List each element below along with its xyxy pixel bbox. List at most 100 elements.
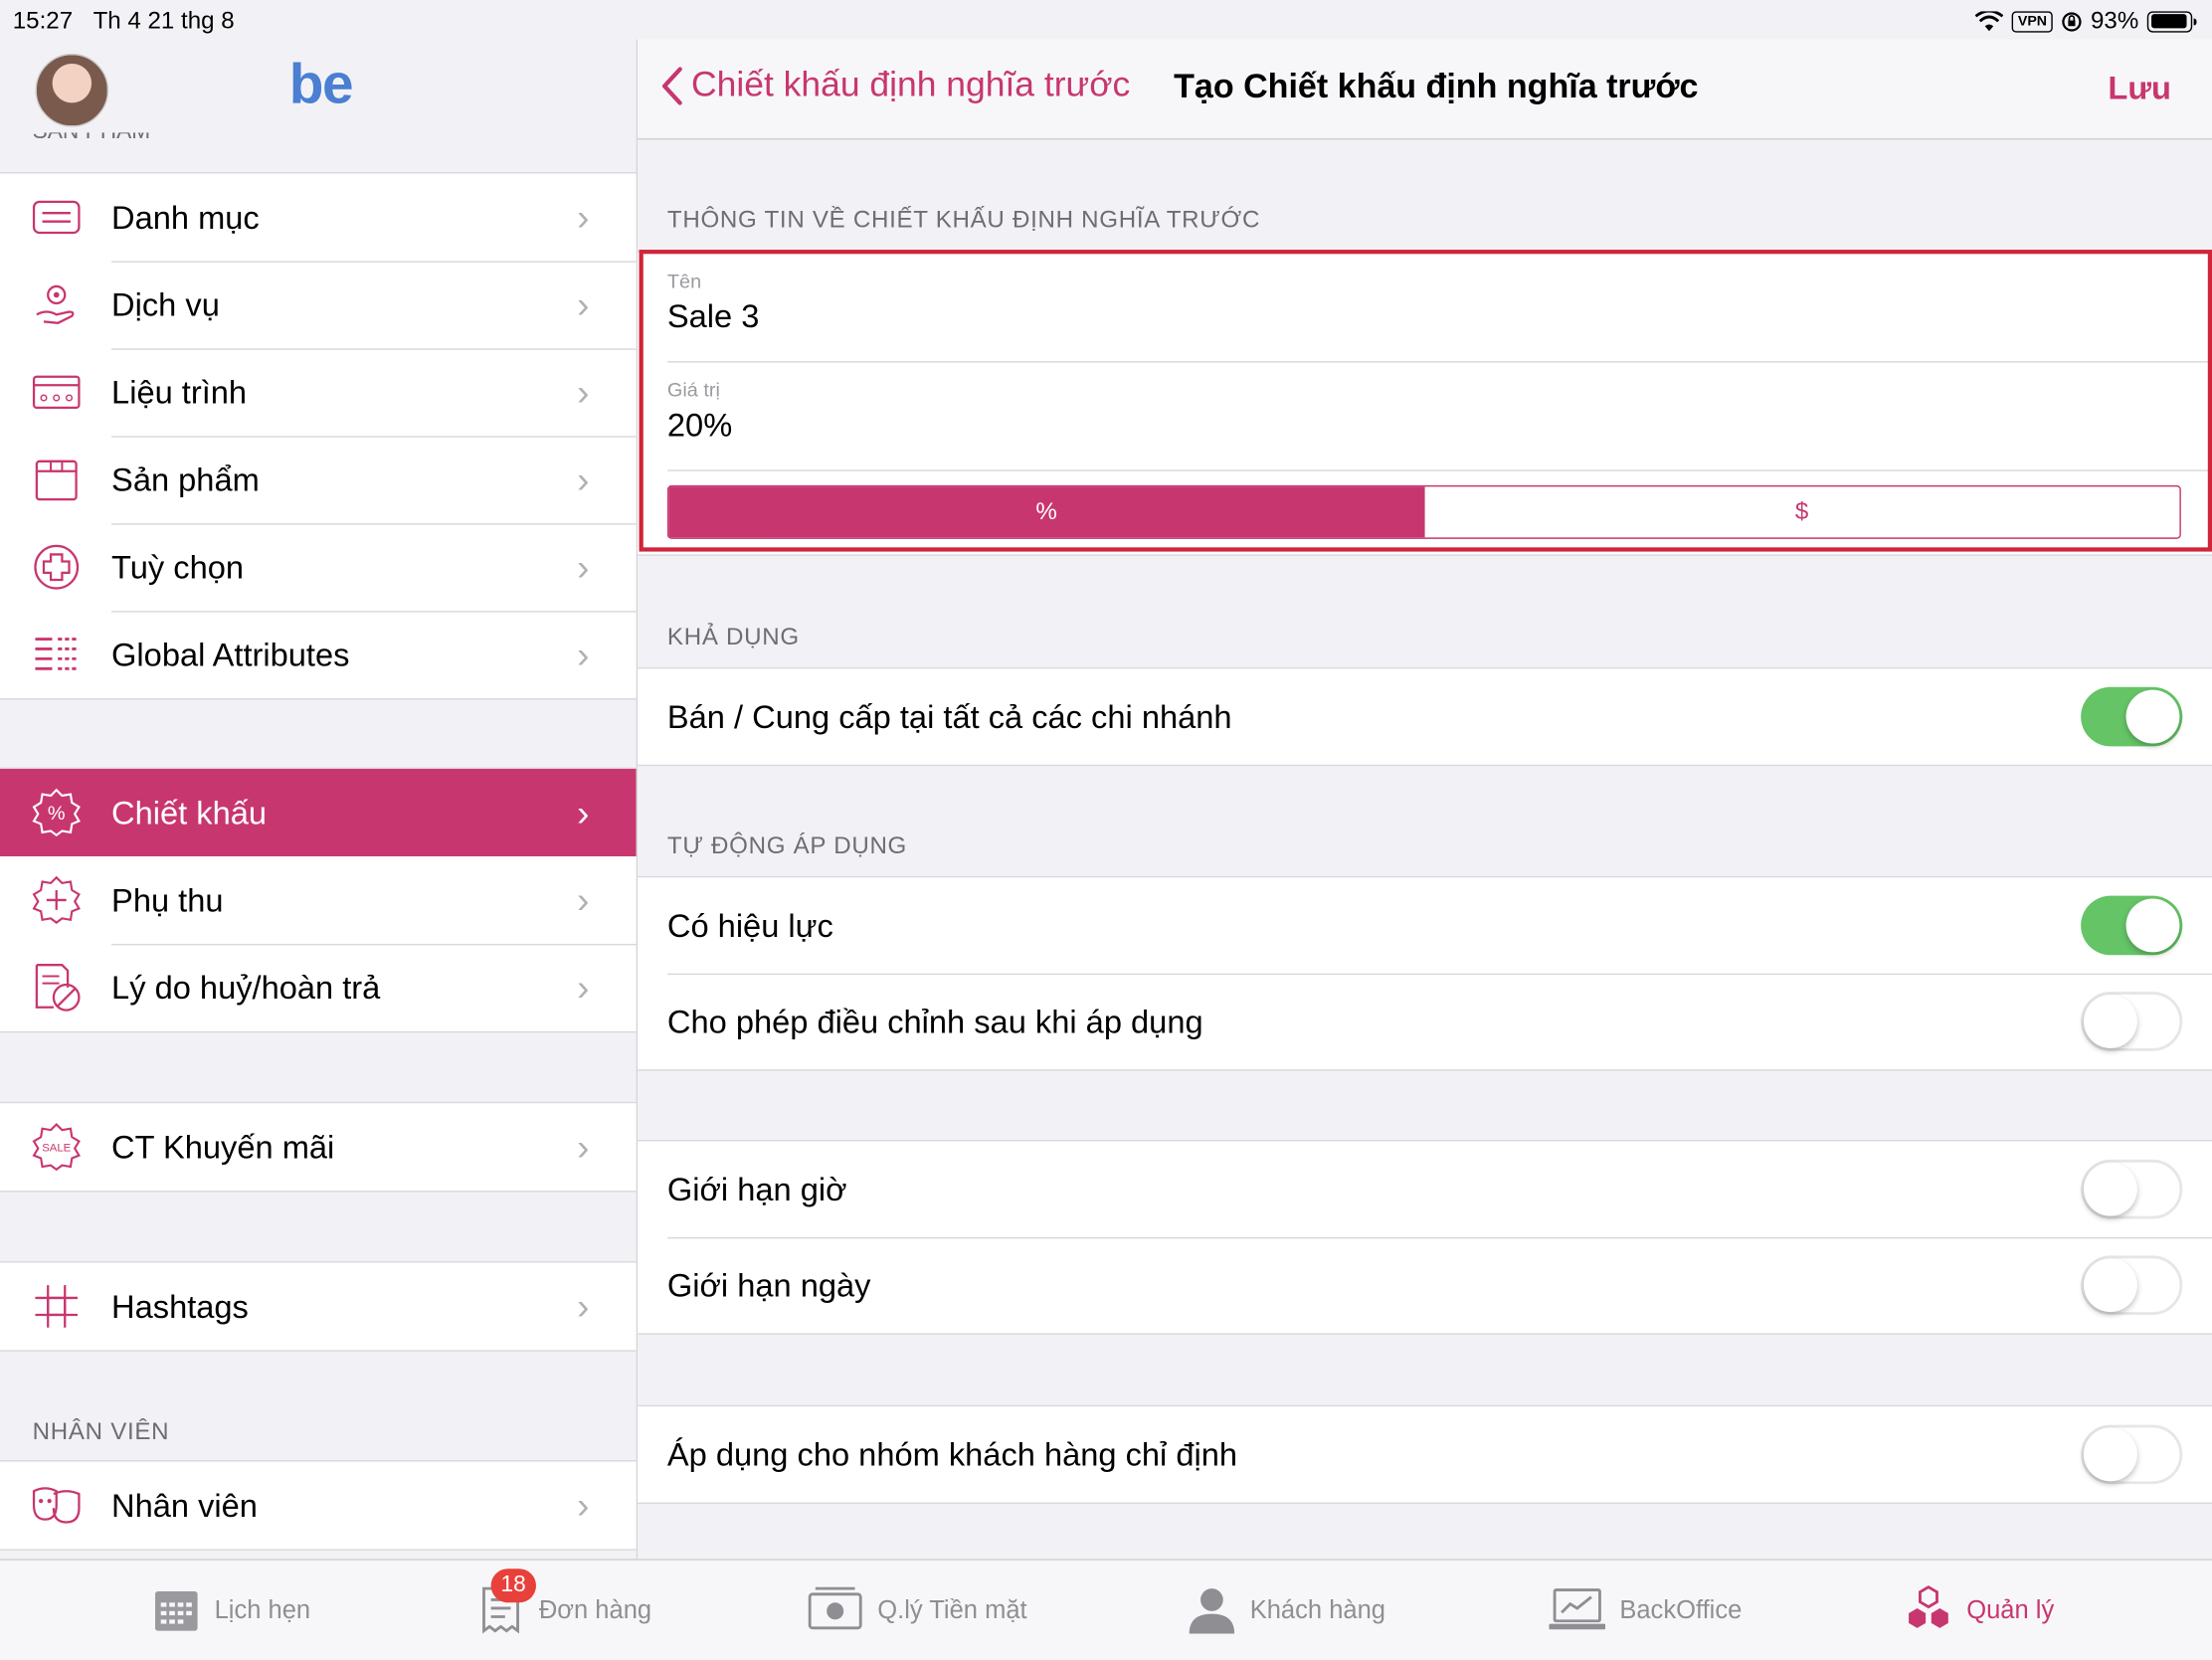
sidebar-item-discounts[interactable]: % Chiết khấu › <box>0 769 637 856</box>
availability-card: Bán / Cung cấp tại tất cả các chi nhánh <box>638 666 2212 767</box>
sidebar-item-treatments[interactable]: Liệu trình › <box>0 348 637 436</box>
info-card: Tên Giá trị % $ <box>638 251 2212 556</box>
detail-pane: Chiết khấu định nghĩa trước Tạo Chiết kh… <box>638 39 2212 1560</box>
sidebar-item-hashtags[interactable]: Hashtags › <box>0 1262 637 1350</box>
tab-appointments[interactable]: Lịch hẹn <box>152 1585 310 1633</box>
customer-group-card: Áp dụng cho nhóm khách hàng chỉ định <box>638 1404 2212 1505</box>
battery-icon <box>2146 10 2197 32</box>
discount-type-row: % $ <box>638 469 2212 554</box>
all-branches-label: Bán / Cung cấp tại tất cả các chi nhánh <box>666 697 1232 735</box>
status-date: Th 4 21 thg 8 <box>92 7 235 35</box>
tab-customers[interactable]: Khách hàng <box>1188 1585 1386 1634</box>
tab-label: Q.lý Tiền mặt <box>877 1594 1027 1623</box>
tab-orders[interactable]: 18 Đơn hàng <box>476 1568 651 1634</box>
segment-dollar[interactable]: $ <box>1424 486 2180 537</box>
sale-badge-icon: SALE <box>31 1122 82 1173</box>
chevron-right-icon: › <box>577 458 590 500</box>
allow-adjust-row: Cho phép điều chỉnh sau khi áp dụng <box>638 973 2212 1069</box>
sidebar-item-label: Chiết khấu <box>111 793 268 830</box>
effective-toggle[interactable] <box>2081 895 2183 956</box>
all-branches-row: Bán / Cung cấp tại tất cả các chi nhánh <box>638 668 2212 764</box>
save-button[interactable]: Lưu <box>2108 70 2170 107</box>
sidebar-group-staff: Nhân viên › <box>0 1460 637 1551</box>
sidebar-item-surcharges[interactable]: Phụ thu › <box>0 856 637 944</box>
svg-text:%: % <box>48 803 66 825</box>
staff-masks-icon <box>31 1480 82 1531</box>
auto-apply-card: Có hiệu lực Cho phép điều chỉnh sau khi … <box>638 875 2212 1071</box>
hashtag-icon <box>31 1281 82 1332</box>
effective-label: Có hiệu lực <box>666 906 833 944</box>
list-card-icon <box>31 192 82 243</box>
sidebar-item-label: Liệu trình <box>111 373 248 411</box>
surcharge-badge-icon <box>31 874 82 925</box>
value-field-row: Giá trị <box>638 361 2212 469</box>
chevron-right-icon: › <box>577 1483 590 1526</box>
name-input[interactable] <box>666 297 1937 336</box>
discount-badge-icon: % <box>31 787 82 837</box>
sidebar-group-discounts: % Chiết khấu › Phụ thu › Lý do huỷ/hoàn … <box>0 767 637 1033</box>
effective-row: Có hiệu lực <box>638 877 2212 973</box>
orders-badge: 18 <box>490 1568 536 1603</box>
sidebar-item-products[interactable]: Sản phẩm › <box>0 436 637 523</box>
sidebar-item-label: Sản phẩm <box>111 461 260 497</box>
value-input[interactable] <box>666 406 1937 445</box>
chevron-right-icon: › <box>577 282 590 325</box>
tab-label: BackOffice <box>1619 1594 1743 1623</box>
chevron-right-icon: › <box>577 370 590 413</box>
navigation-bar: Chiết khấu định nghĩa trước Tạo Chiết kh… <box>638 39 2212 140</box>
cancel-document-icon <box>31 962 82 1013</box>
chevron-right-icon: › <box>577 1125 590 1168</box>
tab-label: Khách hàng <box>1249 1594 1386 1623</box>
product-box-icon <box>31 455 82 505</box>
treatment-card-icon <box>31 367 82 418</box>
option-plus-icon <box>31 542 82 593</box>
sidebar-item-options[interactable]: Tuỳ chọn › <box>0 523 637 611</box>
limit-hour-row: Giới hạn giờ <box>638 1141 2212 1236</box>
section-label-staff: NHÂN VIÊN <box>32 1417 170 1445</box>
tab-cash-management[interactable]: Q.lý Tiền mặt <box>807 1585 1027 1633</box>
section-label-auto-apply: TỰ ĐỘNG ÁP DỤNG <box>666 831 908 859</box>
discount-type-segmented-control: % $ <box>666 484 2181 539</box>
chevron-right-icon: › <box>577 545 590 588</box>
sidebar-item-label: Dịch vụ <box>111 285 220 323</box>
name-label: Tên <box>666 269 702 292</box>
limit-hour-toggle[interactable] <box>2081 1159 2183 1219</box>
hexagons-icon <box>1909 1585 1948 1628</box>
chevron-left-icon <box>661 66 682 104</box>
limit-day-label: Giới hạn ngày <box>666 1266 871 1303</box>
section-label-info: THÔNG TIN VỀ CHIẾT KHẤU ĐỊNH NGHĨA TRƯỚC <box>666 206 1261 234</box>
chevron-right-icon: › <box>577 1284 590 1328</box>
back-button[interactable]: Chiết khấu định nghĩa trước <box>660 65 1130 105</box>
cash-register-icon <box>808 1586 862 1630</box>
allow-adjust-toggle[interactable] <box>2081 992 2183 1051</box>
name-field-row: Tên <box>638 253 2212 361</box>
limit-day-toggle[interactable] <box>2081 1255 2183 1315</box>
sidebar-group-products: Danh mục › Dịch vụ › Liệu trình › Sản ph… <box>0 172 637 700</box>
page-title: Tạo Chiết khấu định nghĩa trước <box>1174 68 1699 106</box>
sidebar-item-label: Nhân viên <box>111 1486 258 1524</box>
time-limit-card: Giới hạn giờ Giới hạn ngày <box>638 1140 2212 1335</box>
vpn-badge: VPN <box>2012 10 2053 32</box>
sidebar-item-cancel-reasons[interactable]: Lý do huỷ/hoàn trả › <box>0 943 637 1031</box>
back-button-label: Chiết khấu định nghĩa trước <box>691 65 1131 104</box>
all-branches-toggle[interactable] <box>2081 686 2183 747</box>
sidebar-item-staff[interactable]: Nhân viên › <box>0 1461 637 1549</box>
sidebar-item-promotions[interactable]: SALE CT Khuyến mãi › <box>0 1103 637 1191</box>
sidebar-item-services[interactable]: Dịch vụ › <box>0 261 637 348</box>
tab-backoffice[interactable]: BackOffice <box>1549 1585 1742 1633</box>
allow-adjust-label: Cho phép điều chỉnh sau khi áp dụng <box>666 1002 1203 1039</box>
sidebar-item-global-attributes[interactable]: Global Attributes › <box>0 611 637 698</box>
svg-text:SALE: SALE <box>42 1142 71 1154</box>
avatar[interactable] <box>35 53 109 127</box>
customer-group-toggle[interactable] <box>2081 1424 2183 1485</box>
limit-day-row: Giới hạn ngày <box>638 1236 2212 1333</box>
wifi-icon <box>1975 10 2004 31</box>
segment-percent[interactable]: % <box>668 486 1424 538</box>
sidebar: be SẢN PHẨM Danh mục › Dịch vụ › Liệu tr… <box>0 39 639 1560</box>
customer-group-label: Áp dụng cho nhóm khách hàng chỉ định <box>666 1435 1238 1473</box>
sidebar-item-categories[interactable]: Danh mục › <box>0 173 637 261</box>
chevron-right-icon: › <box>577 965 590 1009</box>
tab-management[interactable]: Quản lý <box>1905 1585 2054 1633</box>
chevron-right-icon: › <box>577 633 590 675</box>
sidebar-item-label: Tuỳ chọn <box>111 548 245 585</box>
